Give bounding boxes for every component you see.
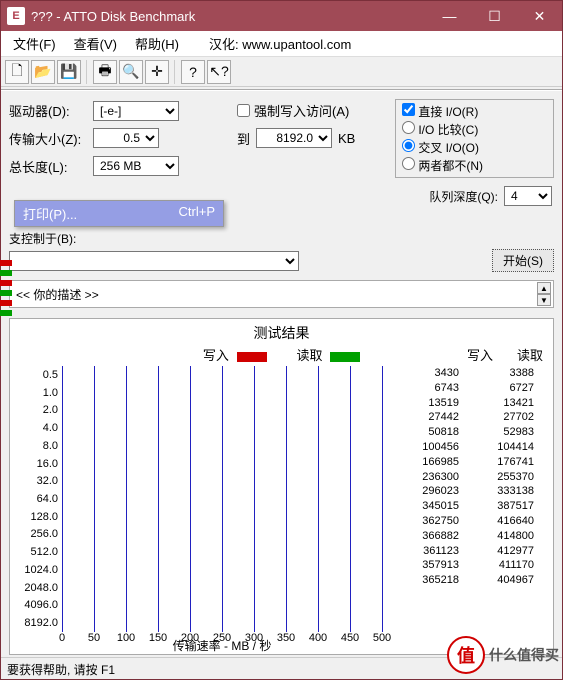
kb-label: KB	[338, 131, 355, 146]
start-button[interactable]: 开始(S)	[492, 249, 554, 272]
context-menu: 打印(P)... Ctrl+P	[14, 200, 224, 227]
table-row: 166985176741	[384, 455, 534, 470]
window-title: ??? - ATTO Disk Benchmark	[31, 9, 427, 24]
chart-area: 测试结果 写入 读取 写入 读取 0.5 1.0 2.0 4.0 8.0 16.0 32.0…	[9, 318, 554, 655]
help-icon[interactable]: ?	[181, 60, 205, 84]
new-icon[interactable]: 🗋	[5, 60, 29, 84]
close-button[interactable]: ✕	[517, 1, 562, 31]
watermark: 值 什么值得买	[447, 636, 559, 674]
y-tick: 32.0	[37, 475, 58, 487]
menubar: 文件(F) 查看(V) 帮助(H) 汉化: www.upantool.com	[1, 31, 562, 57]
spin-down-icon[interactable]: ▼	[537, 294, 551, 306]
pointer-help-icon[interactable]: ↖?	[207, 60, 231, 84]
table-row: 100456104414	[384, 440, 534, 455]
table-row: 67436727	[384, 381, 534, 396]
overlap-io-radio[interactable]: 交叉 I/O(O)	[402, 139, 547, 156]
table-row: 1351913421	[384, 396, 534, 411]
table-row: 296023333138	[384, 484, 534, 499]
y-tick: 2048.0	[24, 582, 58, 594]
app-icon: E	[7, 7, 25, 25]
toolbar: 🗋 📂 💾 🖶 🔍 ✛ ? ↖?	[1, 57, 562, 87]
save-icon[interactable]: 💾	[57, 60, 81, 84]
force-write-checkbox[interactable]: 强制写入访问(A)	[237, 101, 387, 120]
y-tick: 128.0	[30, 511, 58, 523]
y-tick: 2.0	[43, 404, 58, 416]
watermark-icon: 值	[447, 636, 485, 674]
y-tick: 0.5	[43, 369, 58, 381]
chart-plot: 0.5 1.0 2.0 4.0 8.0 16.0 32.0 64.0 128.0 256.0 512…	[14, 366, 384, 652]
y-tick: 256.0	[30, 528, 58, 540]
y-tick: 1.0	[43, 387, 58, 399]
controlled-label: 支控制于(B):	[9, 230, 76, 247]
x-axis-label: 传输速率 - MB / 秒	[62, 637, 382, 654]
description-box[interactable]: << 你的描述 >> ▲ ▼	[9, 280, 554, 308]
decorative-edge	[0, 260, 12, 320]
print-icon[interactable]: 🖶	[93, 60, 117, 84]
chart-title: 测试结果	[14, 323, 549, 343]
drive-label: 驱动器(D):	[9, 101, 87, 120]
menu-help[interactable]: 帮助(H)	[127, 31, 187, 56]
io-mode-group: 直接 I/O(R) I/O 比较(C) 交叉 I/O(O) 两者都不(N)	[395, 99, 554, 178]
menu-file[interactable]: 文件(F)	[5, 31, 64, 56]
table-row: 361123412977	[384, 544, 534, 559]
table-row: 366882414800	[384, 529, 534, 544]
table-row: 345015387517	[384, 499, 534, 514]
length-label: 总长度(L):	[9, 157, 87, 176]
xfer-to-select[interactable]: 8192.0	[256, 128, 332, 148]
y-tick: 1024.0	[24, 564, 58, 576]
y-tick: 4.0	[43, 422, 58, 434]
length-select[interactable]: 256 MB	[93, 156, 179, 176]
queue-label: 队列深度(Q):	[429, 188, 498, 205]
xfer-from-select[interactable]: 0.5	[93, 128, 159, 148]
y-tick: 8192.0	[24, 617, 58, 629]
open-icon[interactable]: 📂	[31, 60, 55, 84]
table-row: 2744227702	[384, 410, 534, 425]
table-row: 5081852983	[384, 425, 534, 440]
data-table: 3430338867436727135191342127442277025081…	[384, 366, 534, 652]
queue-select[interactable]: 4	[504, 186, 552, 206]
drive-select[interactable]: [-e-]	[93, 101, 179, 121]
y-tick: 4096.0	[24, 599, 58, 611]
add-icon[interactable]: ✛	[145, 60, 169, 84]
y-tick: 512.0	[30, 546, 58, 558]
direct-io-checkbox[interactable]: 直接 I/O(R)	[402, 103, 547, 120]
config-panel: 驱动器(D): [-e-] 强制写入访问(A) 直接 I/O(R) I/O 比较…	[1, 93, 562, 184]
table-row: 236300255370	[384, 470, 534, 485]
localization-label: 汉化: www.upantool.com	[209, 34, 351, 53]
menu-item-print[interactable]: 打印(P)... Ctrl+P	[15, 201, 223, 226]
titlebar: E ??? - ATTO Disk Benchmark — ☐ ✕	[1, 1, 562, 31]
minimize-button[interactable]: —	[427, 1, 472, 31]
description-text: << 你的描述 >>	[16, 286, 99, 303]
separator	[86, 60, 90, 84]
to-label: 到	[237, 129, 250, 148]
y-tick: 16.0	[37, 458, 58, 470]
maximize-button[interactable]: ☐	[472, 1, 517, 31]
spin-up-icon[interactable]: ▲	[537, 282, 551, 294]
xfer-label: 传输大小(Z):	[9, 129, 87, 148]
io-compare-radio[interactable]: I/O 比较(C)	[402, 121, 547, 138]
zoom-icon[interactable]: 🔍	[119, 60, 143, 84]
table-row: 365218404967	[384, 573, 534, 588]
table-row: 362750416640	[384, 514, 534, 529]
y-tick: 8.0	[43, 440, 58, 452]
neither-radio[interactable]: 两者都不(N)	[402, 157, 547, 174]
y-tick: 64.0	[37, 493, 58, 505]
menu-view[interactable]: 查看(V)	[66, 31, 125, 56]
chart-legend: 写入 读取 写入 读取	[14, 345, 549, 364]
separator	[174, 60, 178, 84]
table-row: 357913411170	[384, 558, 534, 573]
controlled-select[interactable]	[9, 251, 299, 271]
table-row: 34303388	[384, 366, 534, 381]
